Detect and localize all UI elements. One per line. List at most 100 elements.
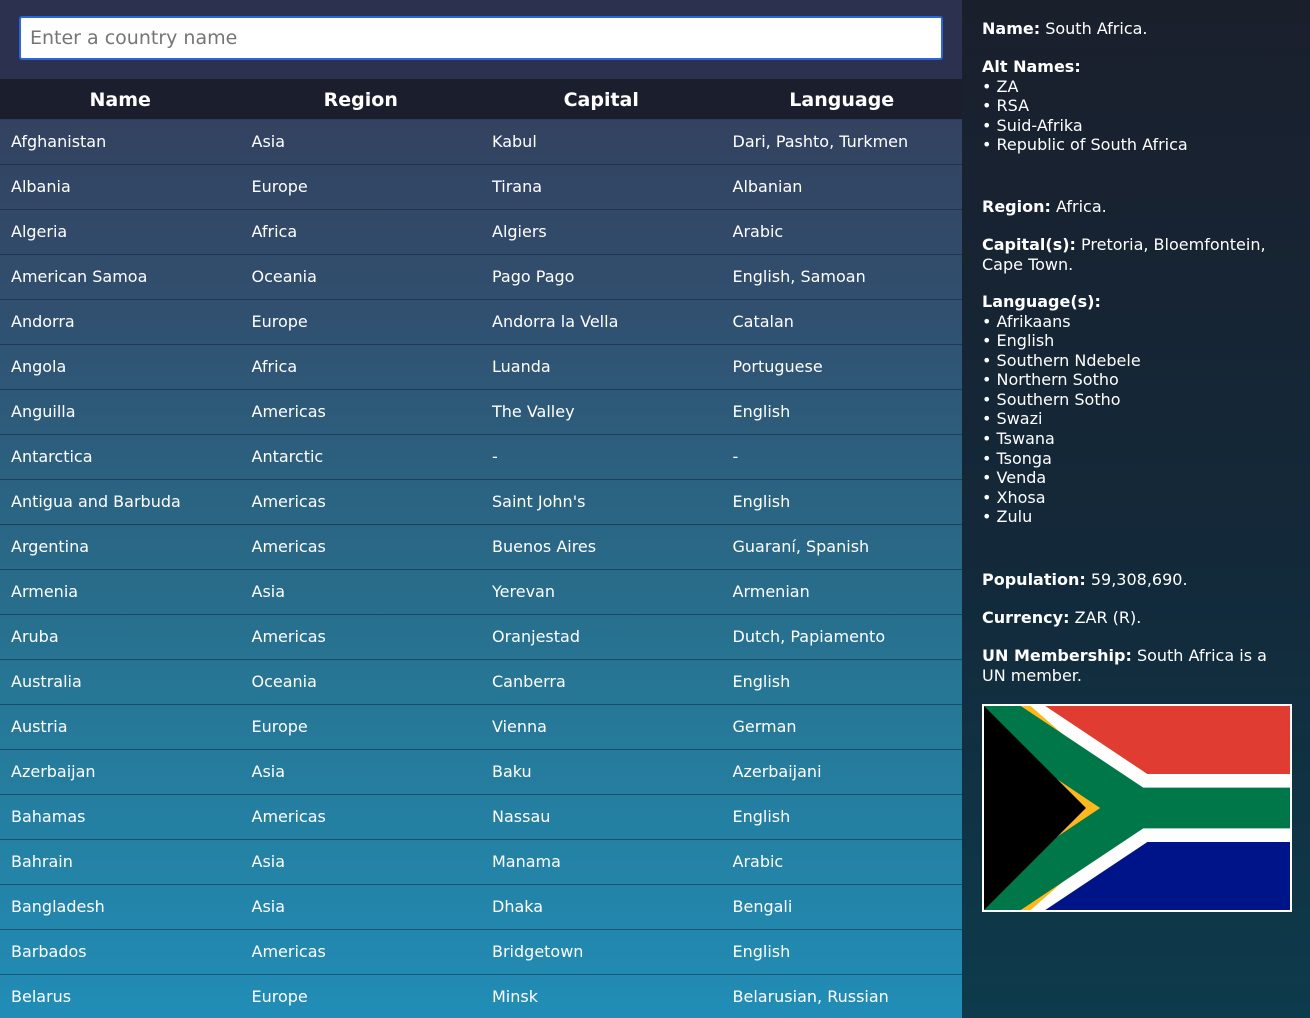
column-header-region[interactable]: Region — [241, 79, 482, 119]
language-item: Xhosa — [982, 488, 1292, 508]
column-header-name[interactable]: Name — [0, 79, 241, 119]
cell-region: Americas — [251, 942, 326, 961]
table-row[interactable]: Belarus Europe Minsk Belarusian, Russian — [0, 975, 962, 1018]
cell-language: English — [732, 672, 791, 691]
table-header: Name Region Capital Language — [0, 79, 962, 119]
table-row[interactable]: Armenia Asia Yerevan Armenian — [0, 570, 962, 615]
column-header-capital[interactable]: Capital — [481, 79, 722, 119]
cell-region: Europe — [251, 987, 308, 1006]
cell-capital: Kabul — [492, 132, 537, 151]
cell-language: - — [732, 447, 739, 466]
table-row[interactable]: Andorra Europe Andorra la Vella Catalan — [0, 300, 962, 345]
table-row[interactable]: Australia Oceania Canberra English — [0, 660, 962, 705]
table-row[interactable]: Albania Europe Tirana Albanian — [0, 165, 962, 210]
table-row[interactable]: Aruba Americas Oranjestad Dutch, Papiamento — [0, 615, 962, 660]
table-row[interactable]: Barbados Americas Bridgetown English — [0, 930, 962, 975]
country-table-panel: Name Region Capital Language Afghanistan… — [0, 0, 962, 1018]
un-membership-label: UN Membership: — [982, 646, 1132, 665]
language-item: Venda — [982, 468, 1292, 488]
cell-language: Albanian — [732, 177, 803, 196]
name-label: Name: — [982, 19, 1041, 38]
table-body: Afghanistan Asia Kabul Dari, Pashto, Turkme… — [0, 120, 962, 1018]
cell-capital: Buenos Aires — [492, 537, 597, 556]
cell-region: Asia — [251, 852, 286, 871]
cell-capital: Nassau — [492, 807, 551, 826]
cell-name: Albania — [11, 177, 71, 196]
table-row[interactable]: Anguilla Americas The Valley English — [0, 390, 962, 435]
cell-language: Bengali — [732, 897, 793, 916]
cell-capital: Saint John's — [492, 492, 586, 511]
table-row[interactable]: Argentina Americas Buenos Aires Guaraní, Sp… — [0, 525, 962, 570]
south-africa-flag-icon — [982, 704, 1292, 912]
cell-capital: Manama — [492, 852, 561, 871]
cell-capital: Andorra la Vella — [492, 312, 619, 331]
language-item: Swazi — [982, 409, 1292, 429]
cell-name: Bahrain — [11, 852, 73, 871]
cell-region: Europe — [251, 177, 308, 196]
cell-region: Americas — [251, 537, 326, 556]
cell-name: Antarctica — [11, 447, 93, 466]
table-row[interactable]: Bahamas Americas Nassau English — [0, 795, 962, 840]
cell-language: Belarusian, Russian — [732, 987, 889, 1006]
table-row[interactable]: Austria Europe Vienna German — [0, 705, 962, 750]
detail-alt-names: Alt Names: ZARSASuid-AfrikaRepublic of S… — [982, 57, 1292, 155]
population-value: 59,308,690. — [1090, 570, 1188, 589]
cell-region: Americas — [251, 492, 326, 511]
cell-region: Africa — [251, 357, 298, 376]
cell-name: Australia — [11, 672, 82, 691]
flag-graphic — [984, 706, 1290, 910]
cell-capital: Vienna — [492, 717, 547, 736]
cell-name: American Samoa — [11, 267, 148, 286]
alt-names-label: Alt Names: — [982, 57, 1081, 76]
language-item: English — [982, 331, 1292, 351]
detail-currency: Currency: ZAR (R). — [982, 608, 1292, 628]
cell-region: Asia — [251, 897, 286, 916]
cell-language: English — [732, 402, 791, 421]
detail-region: Region: Africa. — [982, 197, 1292, 217]
cell-name: Austria — [11, 717, 68, 736]
cell-region: Europe — [251, 312, 308, 331]
cell-capital: Algiers — [492, 222, 547, 241]
languages-label: Language(s): — [982, 292, 1101, 311]
country-details-panel: Name: South Africa. Alt Names: ZARSASuid… — [962, 0, 1310, 1018]
cell-language: Dari, Pashto, Turkmen — [732, 132, 909, 151]
detail-capitals: Capital(s): Pretoria, Bloemfontein, Cape… — [982, 235, 1292, 274]
cell-region: Africa — [251, 222, 298, 241]
alt-names-list: ZARSASuid-AfrikaRepublic of South Africa — [982, 77, 1292, 155]
detail-name: Name: South Africa. — [982, 19, 1292, 39]
cell-region: Oceania — [251, 672, 317, 691]
cell-name: Angola — [11, 357, 67, 376]
currency-value: ZAR (R). — [1074, 608, 1142, 627]
table-row[interactable]: Angola Africa Luanda Portuguese — [0, 345, 962, 390]
table-row[interactable]: Bahrain Asia Manama Arabic — [0, 840, 962, 885]
capitals-label: Capital(s): — [982, 235, 1076, 254]
cell-name: Algeria — [11, 222, 68, 241]
cell-region: Antarctic — [251, 447, 324, 466]
cell-name: Bangladesh — [11, 897, 105, 916]
language-item: Tswana — [982, 429, 1292, 449]
cell-name: Barbados — [11, 942, 87, 961]
currency-label: Currency: — [982, 608, 1070, 627]
search-bar — [0, 0, 962, 79]
cell-language: English — [732, 492, 791, 511]
cell-name: Anguilla — [11, 402, 76, 421]
cell-language: Catalan — [732, 312, 794, 331]
cell-capital: Yerevan — [492, 582, 555, 601]
languages-list: AfrikaansEnglishSouthern NdebeleNorthern… — [982, 312, 1292, 528]
search-input[interactable] — [19, 16, 943, 60]
language-item: Southern Sotho — [982, 390, 1292, 410]
table-row[interactable]: Azerbaijan Asia Baku Azerbaijani — [0, 750, 962, 795]
table-row[interactable]: American Samoa Oceania Pago Pago English, S… — [0, 255, 962, 300]
table-row[interactable]: Antarctica Antarctic - - — [0, 435, 962, 480]
table-row[interactable]: Afghanistan Asia Kabul Dari, Pashto, Turkme… — [0, 120, 962, 165]
detail-un-membership: UN Membership: South Africa is a UN memb… — [982, 646, 1292, 685]
column-header-language[interactable]: Language — [722, 79, 963, 119]
table-row[interactable]: Algeria Africa Algiers Arabic — [0, 210, 962, 255]
table-row[interactable]: Bangladesh Asia Dhaka Bengali — [0, 885, 962, 930]
cell-region: Americas — [251, 807, 326, 826]
cell-region: Americas — [251, 402, 326, 421]
cell-region: Asia — [251, 762, 286, 781]
table-row[interactable]: Antigua and Barbuda Americas Saint John's E… — [0, 480, 962, 525]
cell-region: Oceania — [251, 267, 317, 286]
cell-language: Guaraní, Spanish — [732, 537, 870, 556]
